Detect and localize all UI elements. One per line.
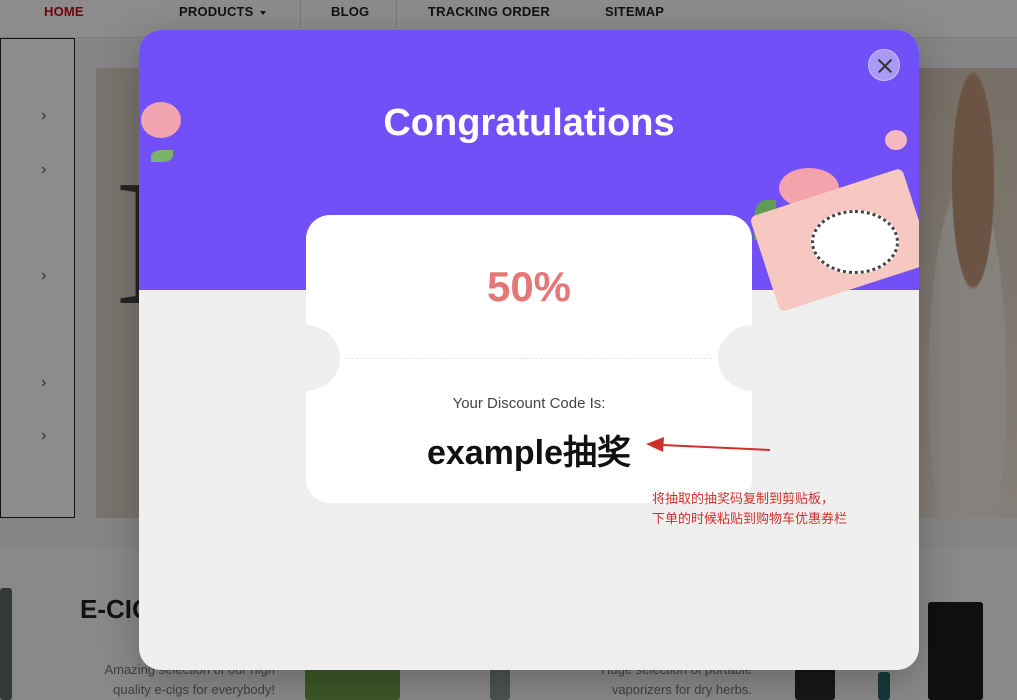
ticket-notch (270, 325, 340, 391)
discount-code-label: Your Discount Code Is: (452, 395, 606, 412)
gift-bow-icon (811, 210, 899, 274)
discount-ticket: 50% Your Discount Code Is: example抽奖 (270, 215, 788, 503)
annotation-note: 将抽取的抽奖码复制到剪贴板， 下单的时候粘贴到购物车优惠券栏 (652, 489, 847, 529)
annotation-line: 下单的时候粘贴到购物车优惠券栏 (652, 511, 848, 526)
modal-title: Congratulations (383, 102, 675, 144)
annotation-line: 将抽取的抽奖码复制到剪贴板， (652, 491, 835, 506)
close-button[interactable] (868, 49, 900, 81)
leaf-decoration-icon (151, 150, 173, 162)
ticket-divider (346, 358, 712, 359)
discount-code[interactable]: example抽奖 (306, 425, 752, 474)
congratulations-modal: Congratulations 50% Your Discount Code I… (139, 30, 919, 670)
discount-percentage: 50% (486, 263, 572, 310)
ticket-notch (718, 325, 788, 391)
